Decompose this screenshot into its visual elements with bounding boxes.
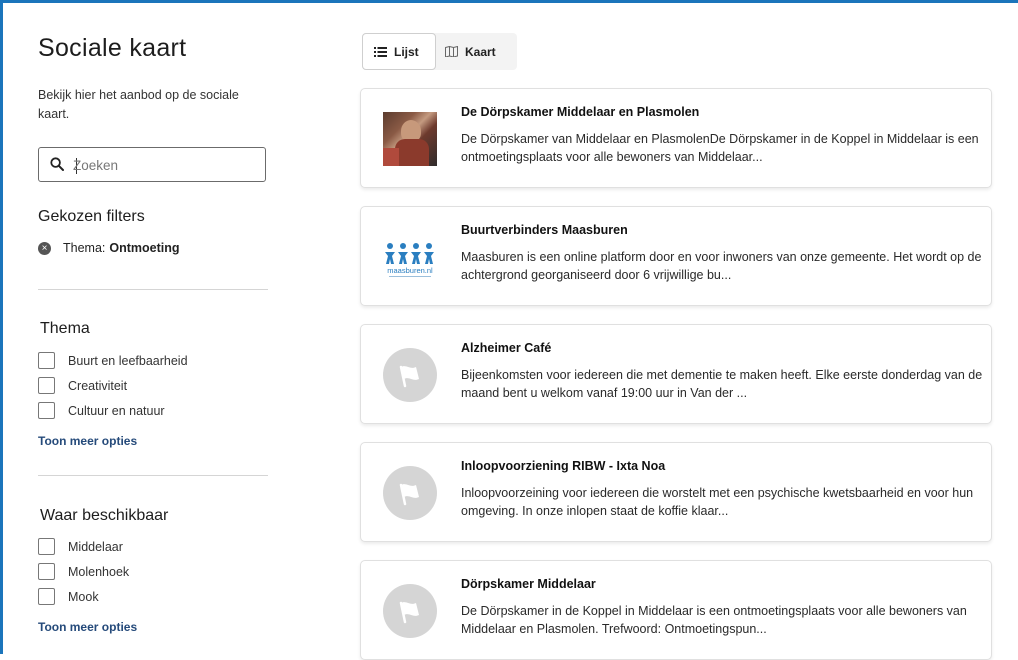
map-view-label: Kaart [465, 44, 496, 59]
result-thumbnail-placeholder [383, 584, 437, 638]
waar-show-more-link[interactable]: Toon meer opties [38, 620, 137, 634]
flag-icon [399, 365, 419, 388]
view-toggle: Lijst Kaart [362, 33, 517, 70]
waar-beschikbaar-title: Waar beschikbaar [40, 507, 169, 524]
checkbox[interactable] [38, 563, 55, 580]
active-filter-chip[interactable]: × Thema: Ontmoeting [38, 241, 180, 255]
list-view-button[interactable]: Lijst [362, 33, 436, 70]
sidebar: Sociale kaart Bekijk hier het aanbod op … [38, 34, 270, 634]
maasburen-logo: maasburen.nl [383, 230, 437, 284]
result-title: Alzheimer Café [461, 341, 552, 355]
result-thumbnail-placeholder [383, 466, 437, 520]
search-input[interactable] [73, 154, 253, 176]
flag-icon [399, 601, 419, 624]
chosen-filters-title: Gekozen filters [38, 208, 145, 225]
list-icon [374, 46, 387, 57]
search-icon [50, 157, 64, 171]
result-card[interactable]: maasburen.nl Buurtverbinders Maasburen M… [360, 206, 992, 306]
result-title: Inloopvoorziening RIBW - Ixta Noa [461, 459, 666, 473]
thema-title: Thema [40, 320, 90, 337]
thema-option-creativiteit[interactable]: Creativiteit [38, 377, 127, 394]
waar-option-mook[interactable]: Mook [38, 588, 99, 605]
window-frame-top [0, 0, 1018, 3]
remove-filter-icon[interactable]: × [38, 241, 51, 255]
thema-option-buurt[interactable]: Buurt en leefbaarheid [38, 352, 188, 369]
result-thumbnail-placeholder [383, 348, 437, 402]
map-view-button[interactable]: Kaart [445, 33, 515, 70]
logo-text: maasburen.nl [387, 266, 433, 275]
result-title: Dörpskamer Middelaar [461, 577, 596, 591]
list-view-label: Lijst [394, 44, 419, 59]
result-card[interactable]: Alzheimer Café Bijeenkomsten voor iedere… [360, 324, 992, 424]
checkbox[interactable] [38, 538, 55, 555]
option-label: Cultuur en natuur [68, 403, 165, 418]
window-frame-left [0, 0, 3, 654]
checkbox[interactable] [38, 402, 55, 419]
result-title: Buurtverbinders Maasburen [461, 223, 628, 237]
result-title: De Dörpskamer Middelaar en Plasmolen [461, 105, 700, 119]
result-card[interactable]: Dörpskamer Middelaar De Dörpskamer in de… [360, 560, 992, 660]
people-logo-icon: maasburen.nl [385, 243, 434, 277]
result-description: Inloopvoorzeining voor iedereen die wors… [461, 486, 974, 518]
result-description: De Dörpskamer van Middelaar en Plasmolen… [461, 132, 979, 164]
result-card[interactable]: Inloopvoorziening RIBW - Ixta Noa Inloop… [360, 442, 992, 542]
intro-text: Bekijk hier het aanbod op de sociale kaa… [38, 88, 239, 121]
search-box[interactable] [38, 147, 266, 182]
map-icon [445, 46, 458, 57]
result-description: Bijeenkomsten voor iedereen die met deme… [461, 368, 983, 400]
checkbox[interactable] [38, 588, 55, 605]
divider [38, 289, 268, 290]
result-thumbnail-photo [383, 112, 437, 166]
active-filter-label: Thema: [63, 241, 106, 255]
option-label: Buurt en leefbaarheid [68, 353, 188, 368]
option-label: Middelaar [68, 539, 123, 554]
option-label: Molenhoek [68, 564, 130, 579]
divider [38, 475, 268, 476]
result-description: De Dörpskamer in de Koppel in Middelaar … [461, 604, 967, 636]
flag-icon [399, 483, 419, 506]
page-title: Sociale kaart [38, 34, 187, 62]
thema-option-cultuur[interactable]: Cultuur en natuur [38, 402, 165, 419]
result-description: Maasburen is een online platform door en… [461, 250, 982, 282]
active-filter-value: Ontmoeting [109, 241, 180, 255]
checkbox[interactable] [38, 352, 55, 369]
result-card[interactable]: De Dörpskamer Middelaar en Plasmolen De … [360, 88, 992, 188]
thema-show-more-link[interactable]: Toon meer opties [38, 434, 137, 448]
waar-option-middelaar[interactable]: Middelaar [38, 538, 123, 555]
checkbox[interactable] [38, 377, 55, 394]
waar-option-molenhoek[interactable]: Molenhoek [38, 563, 129, 580]
option-label: Mook [68, 589, 99, 604]
option-label: Creativiteit [68, 378, 128, 393]
